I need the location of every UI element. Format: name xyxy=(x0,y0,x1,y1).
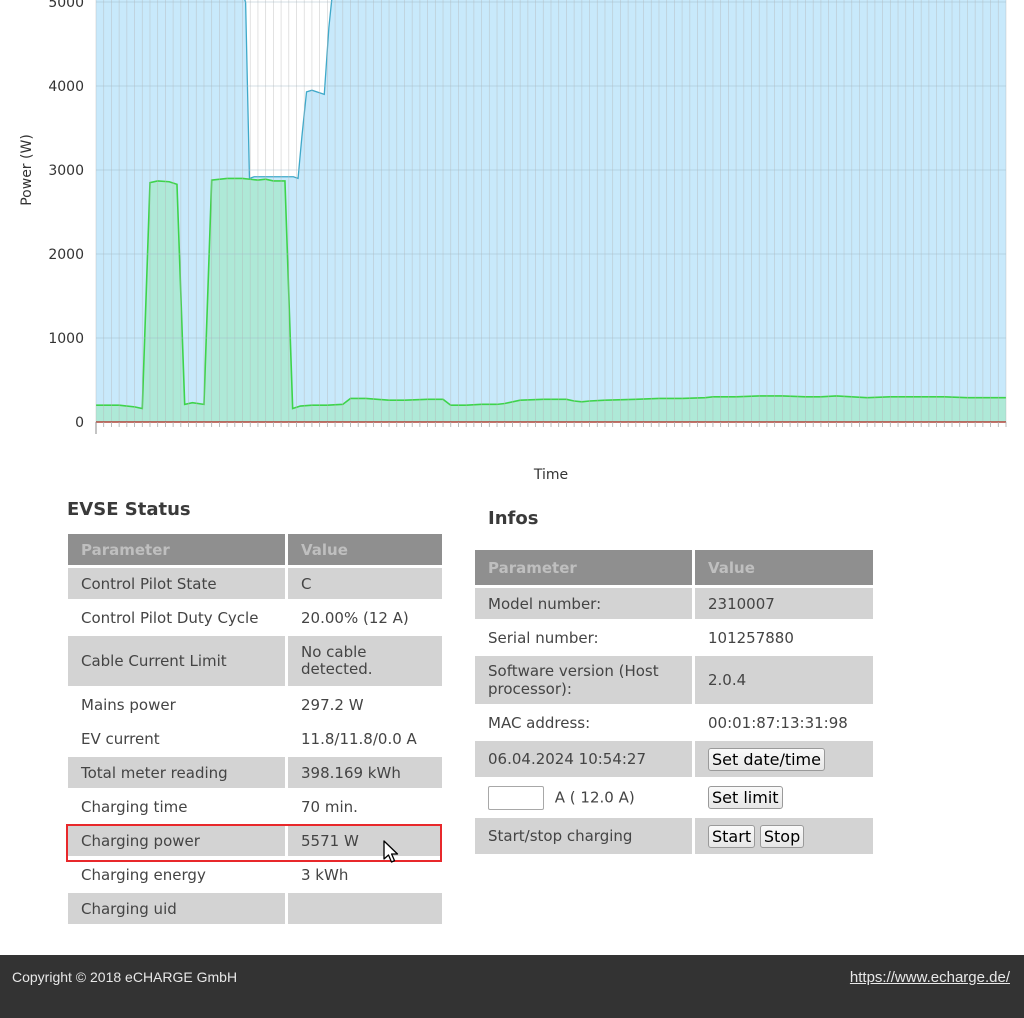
evse-header-parameter: Parameter xyxy=(68,534,285,565)
y-tick-label: 3000 xyxy=(48,163,84,179)
chart-x-ticks xyxy=(95,422,1007,434)
mac-address-label: MAC address: xyxy=(475,707,692,738)
model-number-value: 2310007 xyxy=(695,588,873,619)
evse-value: 3 kWh xyxy=(288,859,442,890)
evse-value: C xyxy=(288,568,442,599)
evse-param: Control Pilot Duty Cycle xyxy=(68,602,285,633)
evse-value: 398.169 kWh xyxy=(288,757,442,788)
evse-param: Charging time xyxy=(68,791,285,822)
model-number-label: Model number: xyxy=(475,588,692,619)
footer-copyright: Copyright © 2018 eCHARGE GmbH xyxy=(12,969,238,985)
start-stop-cell: Start Stop xyxy=(695,818,873,854)
y-tick-label: 5000 xyxy=(48,0,84,11)
evse-param: EV current xyxy=(68,723,285,754)
infos-table: Parameter Value Model number: 2310007 Se… xyxy=(472,547,876,857)
evse-header-value: Value xyxy=(288,534,442,565)
current-limit-input[interactable] xyxy=(488,785,544,810)
evse-value: No cable detected. xyxy=(288,636,442,686)
table-row: Model number: 2310007 xyxy=(475,588,873,619)
chart-y-ticks: 0 1000 2000 3000 4000 5000 xyxy=(48,0,84,431)
y-tick-label: 1000 xyxy=(48,331,84,347)
table-row: Software version (Host processor): 2.0.4 xyxy=(475,656,873,704)
set-limit-button[interactable]: Set limit xyxy=(708,786,783,809)
table-row: Start/stop charging Start Stop xyxy=(475,818,873,854)
evse-value: 20.00% (12 A) xyxy=(288,602,442,633)
stop-charging-button[interactable]: Stop xyxy=(759,824,805,848)
evse-param: Total meter reading xyxy=(68,757,285,788)
infos-title: Infos xyxy=(488,508,539,529)
evse-value: 11.8/11.8/0.0 A xyxy=(288,723,442,754)
start-charging-button[interactable]: Start xyxy=(708,824,756,848)
table-row: Control Pilot Duty Cycle 20.00% (12 A) xyxy=(68,602,442,633)
evse-status-title: EVSE Status xyxy=(67,499,191,520)
evse-param: Charging energy xyxy=(68,859,285,890)
serial-number-value: 101257880 xyxy=(695,622,873,653)
infos-header-value: Value xyxy=(695,550,873,585)
power-chart: 0 1000 2000 3000 4000 5000 Power (W) Time xyxy=(19,0,1007,483)
evse-param: Mains power xyxy=(68,689,285,720)
evse-param: Control Pilot State xyxy=(68,568,285,599)
evse-param: Charging uid xyxy=(68,893,285,924)
software-version-label: Software version (Host processor): xyxy=(475,656,692,704)
evse-value: 297.2 W xyxy=(288,689,442,720)
table-row: Total meter reading 398.169 kWh xyxy=(68,757,442,788)
table-row: A ( 12.0 A) Set limit xyxy=(475,780,873,815)
table-row: 06.04.2024 10:54:27 Set date/time xyxy=(475,741,873,777)
serial-number-label: Serial number: xyxy=(475,622,692,653)
y-tick-label: 4000 xyxy=(48,79,84,95)
table-row: EV current 11.8/11.8/0.0 A xyxy=(68,723,442,754)
current-limit-cell: A ( 12.0 A) xyxy=(475,780,692,815)
table-row: Cable Current Limit No cable detected. xyxy=(68,636,442,686)
evse-value xyxy=(288,893,442,924)
table-row: Mains power 297.2 W xyxy=(68,689,442,720)
table-row: Serial number: 101257880 xyxy=(475,622,873,653)
set-limit-cell: Set limit xyxy=(695,780,873,815)
chart-x-axis-label: Time xyxy=(533,467,568,483)
table-row: Charging uid xyxy=(68,893,442,924)
table-row: Charging time 70 min. xyxy=(68,791,442,822)
page-footer: Copyright © 2018 eCHARGE GmbH https://ww… xyxy=(0,955,1024,1018)
set-datetime-button[interactable]: Set date/time xyxy=(708,747,825,771)
set-datetime-cell: Set date/time xyxy=(695,741,873,777)
y-tick-label: 0 xyxy=(75,415,84,431)
evse-param: Cable Current Limit xyxy=(68,636,285,686)
footer-website-link[interactable]: https://www.echarge.de/ xyxy=(850,969,1010,986)
start-stop-label: Start/stop charging xyxy=(475,818,692,854)
current-datetime: 06.04.2024 10:54:27 xyxy=(475,741,692,777)
table-row: Control Pilot State C xyxy=(68,568,442,599)
evse-status-table: Parameter Value Control Pilot State C Co… xyxy=(65,531,445,927)
table-row: MAC address: 00:01:87:13:31:98 xyxy=(475,707,873,738)
mouse-cursor-icon xyxy=(383,840,399,863)
software-version-value: 2.0.4 xyxy=(695,656,873,704)
evse-value: 70 min. xyxy=(288,791,442,822)
y-tick-label: 2000 xyxy=(48,247,84,263)
chart-y-axis-label: Power (W) xyxy=(19,134,35,206)
current-limit-unit: A ( 12.0 A) xyxy=(554,788,635,806)
infos-header-parameter: Parameter xyxy=(475,550,692,585)
mac-address-value: 00:01:87:13:31:98 xyxy=(695,707,873,738)
